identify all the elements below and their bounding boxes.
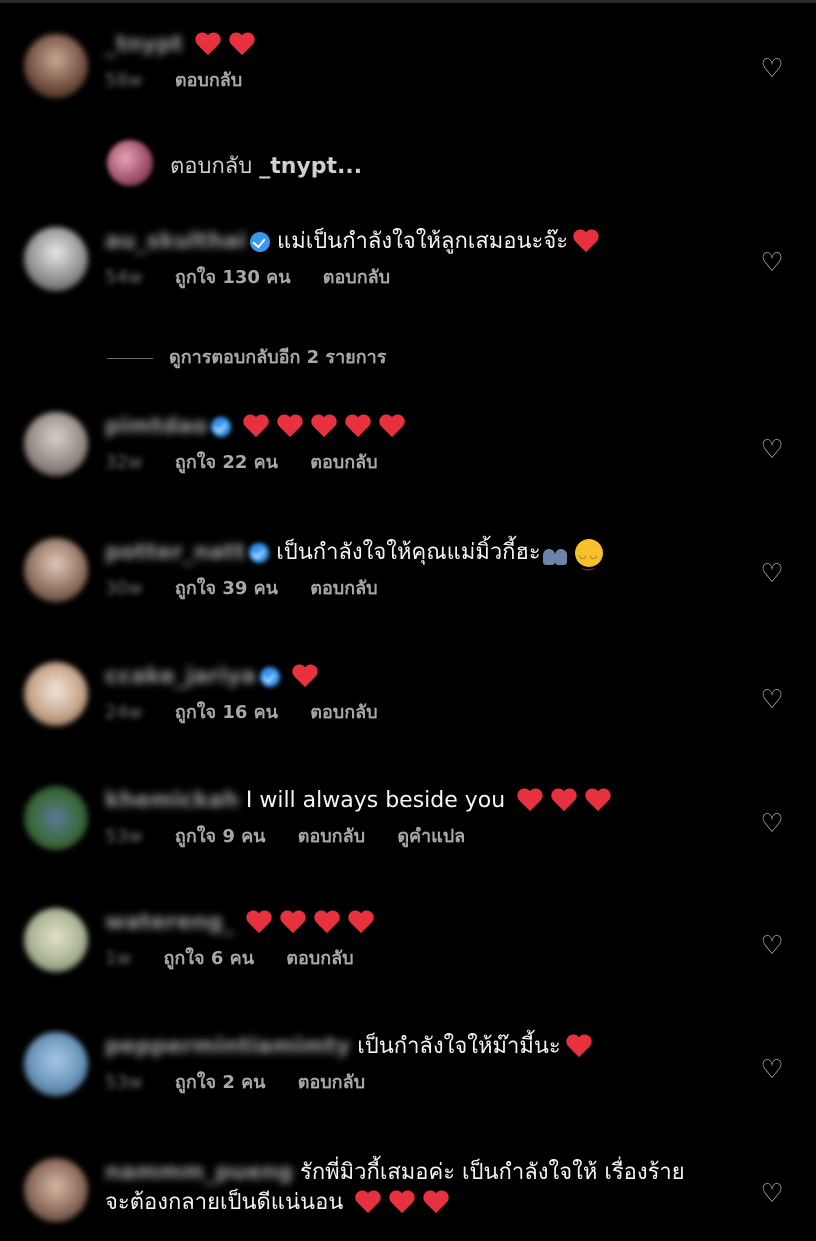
comment-text: I will always beside you <box>245 788 506 813</box>
comment-text: เป็นกำลังใจให้ม๊ามี้นะ <box>357 1034 561 1059</box>
top-divider <box>0 0 816 3</box>
avatar[interactable] <box>24 538 88 602</box>
like-heart-icon[interactable]: ♡ <box>758 1056 786 1084</box>
verified-badge-icon <box>211 417 232 437</box>
like-heart-icon[interactable]: ♡ <box>758 686 786 714</box>
likes-count[interactable]: ถูกใจ 22 คน <box>175 452 278 473</box>
smiling-face-emoji <box>574 539 603 578</box>
like-heart-icon[interactable]: ♡ <box>758 249 786 277</box>
comment-time: 32w <box>105 452 143 473</box>
heart-emojis <box>354 1188 456 1218</box>
reply-label: ตอบกลับ <box>170 154 253 179</box>
comment-time: 1w <box>105 948 132 969</box>
divider <box>107 357 153 359</box>
verified-badge-icon <box>250 232 271 252</box>
reply-button[interactable]: ตอบกลับ <box>175 70 242 91</box>
red-heart-emoji <box>572 229 600 255</box>
avatar[interactable] <box>24 1158 88 1222</box>
likes-count[interactable]: ถูกใจ 9 คน <box>175 826 266 847</box>
comment-username[interactable]: potter_natt <box>105 538 245 568</box>
comment-time: 30w <box>105 578 143 599</box>
like-heart-icon[interactable]: ♡ <box>758 1180 786 1208</box>
avatar <box>107 140 153 186</box>
comment-username[interactable]: _tnypt <box>105 30 183 60</box>
likes-count[interactable]: ถูกใจ 39 คน <box>175 578 278 599</box>
translate-button[interactable]: ดูคำแปล <box>397 826 465 847</box>
heart-emojis <box>245 908 381 938</box>
avatar[interactable] <box>24 786 88 850</box>
comment-username[interactable]: ccake_jariya <box>105 662 256 692</box>
comment-time: 53w <box>105 826 143 847</box>
comment-time: 53w <box>105 1072 143 1093</box>
reply-button[interactable]: ตอบกลับ <box>310 452 377 473</box>
heart-emojis <box>291 662 325 692</box>
comment-username[interactable]: khemickah <box>105 786 239 816</box>
comment-time: 54w <box>105 267 143 288</box>
comment-username[interactable]: au_skulthai <box>105 227 246 257</box>
likes-count[interactable]: ถูกใจ 130 คน <box>175 267 291 288</box>
like-heart-icon[interactable]: ♡ <box>758 932 786 960</box>
reply-button[interactable]: ตอบกลับ <box>323 267 390 288</box>
raised-hands-emoji <box>541 541 569 565</box>
like-heart-icon[interactable]: ♡ <box>758 55 786 83</box>
avatar[interactable] <box>24 662 88 726</box>
heart-emojis <box>242 412 412 442</box>
reply-button[interactable]: ตอบกลับ <box>286 948 353 969</box>
comment-username[interactable]: watereng_ <box>105 908 234 938</box>
reply-button[interactable]: ตอบกลับ <box>310 702 377 723</box>
likes-count[interactable]: ถูกใจ 2 คน <box>175 1072 266 1093</box>
avatar[interactable] <box>24 227 88 291</box>
likes-count[interactable]: ถูกใจ 6 คน <box>163 948 254 969</box>
like-heart-icon[interactable]: ♡ <box>758 810 786 838</box>
heart-emojis <box>194 30 262 60</box>
comment-text: เป็นกำลังใจให้คุณแม่มิ้วกี้ฮะ <box>276 540 541 565</box>
comment-time: 24w <box>105 702 143 723</box>
comment-username[interactable]: pimtdao <box>105 412 207 442</box>
reply-button[interactable]: ตอบกลับ <box>298 1072 365 1093</box>
comment-time: 58w <box>105 70 143 91</box>
heart-emojis <box>516 786 618 816</box>
comment-username[interactable]: peppermintiamimty <box>105 1032 350 1062</box>
avatar[interactable] <box>24 1032 88 1096</box>
avatar[interactable] <box>24 34 88 98</box>
comment-username[interactable]: nammm_pueng <box>105 1158 293 1188</box>
avatar[interactable] <box>24 908 88 972</box>
comment-text: แม่เป็นกำลังใจให้ลูกเสมอนะจ๊ะ <box>277 229 569 254</box>
reply-button[interactable]: ตอบกลับ <box>298 826 365 847</box>
reply-button[interactable]: ตอบกลับ <box>310 578 377 599</box>
likes-count[interactable]: ถูกใจ 16 คน <box>175 702 278 723</box>
like-heart-icon[interactable]: ♡ <box>758 560 786 588</box>
view-more-label[interactable]: ดูการตอบกลับอีก 2 รายการ <box>169 347 386 368</box>
like-heart-icon[interactable]: ♡ <box>758 436 786 464</box>
verified-badge-icon <box>249 543 270 563</box>
avatar[interactable] <box>24 412 88 476</box>
verified-badge-icon <box>259 667 280 687</box>
reply-target: _tnypt... <box>259 154 363 179</box>
red-heart-emoji <box>565 1034 593 1060</box>
